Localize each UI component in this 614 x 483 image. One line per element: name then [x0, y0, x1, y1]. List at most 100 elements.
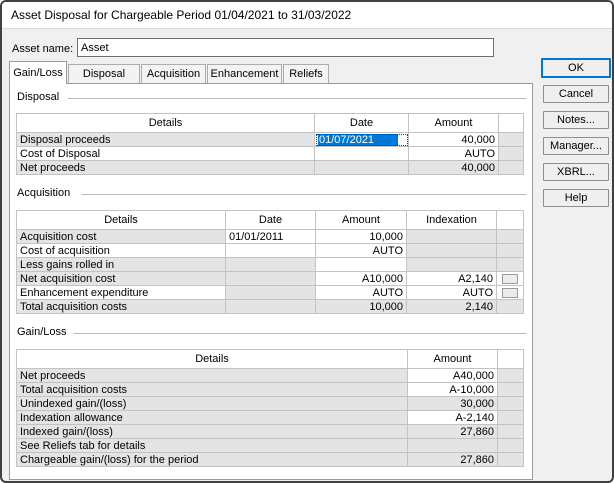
cost-of-disposal-amount-cell[interactable]: AUTO: [409, 147, 499, 161]
acquisition-col-date: Date: [226, 211, 316, 230]
acquisition-col-amount: Amount: [316, 211, 407, 230]
note-cell: [497, 244, 524, 258]
acquisition-cost-amount-cell[interactable]: 10,000: [316, 230, 407, 244]
note-cell: [497, 230, 524, 244]
cost-of-acquisition-amount-cell[interactable]: AUTO: [316, 244, 407, 258]
row-label: See Reliefs tab for details: [17, 439, 408, 453]
tab-gain-loss[interactable]: Gain/Loss: [9, 61, 67, 84]
row-label: Indexed gain/(loss): [17, 425, 408, 439]
table-row: Cost of Disposal AUTO: [17, 147, 524, 161]
table-row: Cost of acquisition AUTO: [17, 244, 524, 258]
table-row: Indexed gain/(loss) 27,860: [17, 425, 524, 439]
row-label: Cost of Disposal: [17, 147, 315, 161]
disposal-group-line: [68, 98, 526, 99]
acquisition-col-details: Details: [17, 211, 226, 230]
indexed-gain-amount-cell: 27,860: [408, 425, 498, 439]
disposal-header-row: Details Date Amount: [17, 114, 524, 133]
tab-acquisition[interactable]: Acquisition: [141, 64, 206, 84]
note-cell: [498, 397, 524, 411]
table-row: Total acquisition costs 10,000 2,140: [17, 300, 524, 314]
note-cell: [498, 453, 524, 467]
table-row: Chargeable gain/(loss) for the period 27…: [17, 453, 524, 467]
total-acquisition-date-cell: [226, 300, 316, 314]
note-cell: [499, 147, 524, 161]
tab-disposal-costs[interactable]: Disposal costs: [68, 64, 140, 84]
reliefs-amount-cell: [408, 439, 498, 453]
acquisition-header-row: Details Date Amount Indexation: [17, 211, 524, 230]
override-cell: [497, 272, 524, 286]
tab-enhancement[interactable]: Enhancement: [207, 64, 282, 84]
gain-loss-tab-page: Disposal Details Date Amount Disposal pr…: [9, 83, 533, 480]
manager-button[interactable]: Manager...: [543, 137, 609, 155]
cancel-button[interactable]: Cancel: [543, 85, 609, 103]
table-row: Unindexed gain/(loss) 30,000: [17, 397, 524, 411]
note-cell: [498, 383, 524, 397]
less-gains-amount-cell[interactable]: [316, 258, 407, 272]
window-title: Asset Disposal for Chargeable Period 01/…: [2, 2, 612, 29]
net-acquisition-amount-cell[interactable]: A10,000: [316, 272, 407, 286]
enhancement-amount-cell[interactable]: AUTO: [316, 286, 407, 300]
note-cell: [498, 369, 524, 383]
net-proceeds-amount-cell[interactable]: A40,000: [408, 369, 498, 383]
acquisition-cost-date-cell[interactable]: 01/01/2011: [226, 230, 316, 244]
total-acquisition-costs-amount-cell[interactable]: A-10,000: [408, 383, 498, 397]
override-button[interactable]: [502, 274, 518, 284]
row-label: Acquisition cost: [17, 230, 226, 244]
row-label: Enhancement expenditure: [17, 286, 226, 300]
note-cell: [497, 258, 524, 272]
acquisition-col-extra: [497, 211, 524, 230]
disposal-col-date: Date: [315, 114, 409, 133]
indexation-allowance-amount-cell[interactable]: A-2,140: [408, 411, 498, 425]
asset-disposal-dialog: Asset Disposal for Chargeable Period 01/…: [0, 0, 614, 483]
indexation-cell: [407, 258, 497, 272]
net-acquisition-indexation-cell[interactable]: A2,140: [407, 272, 497, 286]
table-row: See Reliefs tab for details: [17, 439, 524, 453]
cost-of-acquisition-date-cell[interactable]: [226, 244, 316, 258]
note-cell: [499, 161, 524, 175]
disposal-proceeds-amount-cell[interactable]: 40,000: [409, 133, 499, 147]
row-label: Less gains rolled in: [17, 258, 226, 272]
table-row: Disposal proceeds 01/07/2021 40,000: [17, 133, 524, 147]
total-acquisition-indexation-cell: 2,140: [407, 300, 497, 314]
total-acquisition-amount-cell: 10,000: [316, 300, 407, 314]
note-cell: [498, 439, 524, 453]
chargeable-gain-amount-cell: 27,860: [408, 453, 498, 467]
asset-name-input[interactable]: [77, 38, 494, 57]
row-label: Cost of acquisition: [17, 244, 226, 258]
row-label: Indexation allowance: [17, 411, 408, 425]
net-proceeds-date-cell: [315, 161, 409, 175]
net-acquisition-date-cell: [226, 272, 316, 286]
table-row: Enhancement expenditure AUTO AUTO: [17, 286, 524, 300]
disposal-proceeds-date-cell[interactable]: 01/07/2021: [315, 133, 409, 147]
table-row: Indexation allowance A-2,140: [17, 411, 524, 425]
xbrl-button[interactable]: XBRL...: [543, 163, 609, 181]
notes-button[interactable]: Notes...: [543, 111, 609, 129]
gainloss-col-amount: Amount: [408, 350, 498, 369]
gainloss-table: Details Amount Net proceeds A40,000 Tota…: [16, 349, 524, 467]
row-label: Total acquisition costs: [17, 383, 408, 397]
disposal-col-details: Details: [17, 114, 315, 133]
table-row: Net proceeds A40,000: [17, 369, 524, 383]
indexation-cell: [407, 244, 497, 258]
note-cell: [497, 300, 524, 314]
disposal-col-extra: [499, 114, 524, 133]
enhancement-date-cell: [226, 286, 316, 300]
help-button[interactable]: Help: [543, 189, 609, 207]
gainloss-header-row: Details Amount: [17, 350, 524, 369]
indexation-cell: [407, 230, 497, 244]
net-proceeds-amount-cell: 40,000: [409, 161, 499, 175]
row-label: Net proceeds: [17, 161, 315, 175]
disposal-group-caption: Disposal: [17, 91, 63, 103]
cost-of-disposal-date-cell[interactable]: [315, 147, 409, 161]
row-label: Disposal proceeds: [17, 133, 315, 147]
gainloss-col-details: Details: [17, 350, 408, 369]
tab-reliefs[interactable]: Reliefs: [283, 64, 329, 84]
note-cell: [498, 425, 524, 439]
enhancement-indexation-cell[interactable]: AUTO: [407, 286, 497, 300]
ok-button[interactable]: OK: [541, 58, 611, 78]
override-cell: [497, 286, 524, 300]
acquisition-group-line: [82, 194, 526, 195]
row-label: Unindexed gain/(loss): [17, 397, 408, 411]
override-button[interactable]: [502, 288, 518, 298]
acquisition-group-caption: Acquisition: [17, 187, 74, 199]
